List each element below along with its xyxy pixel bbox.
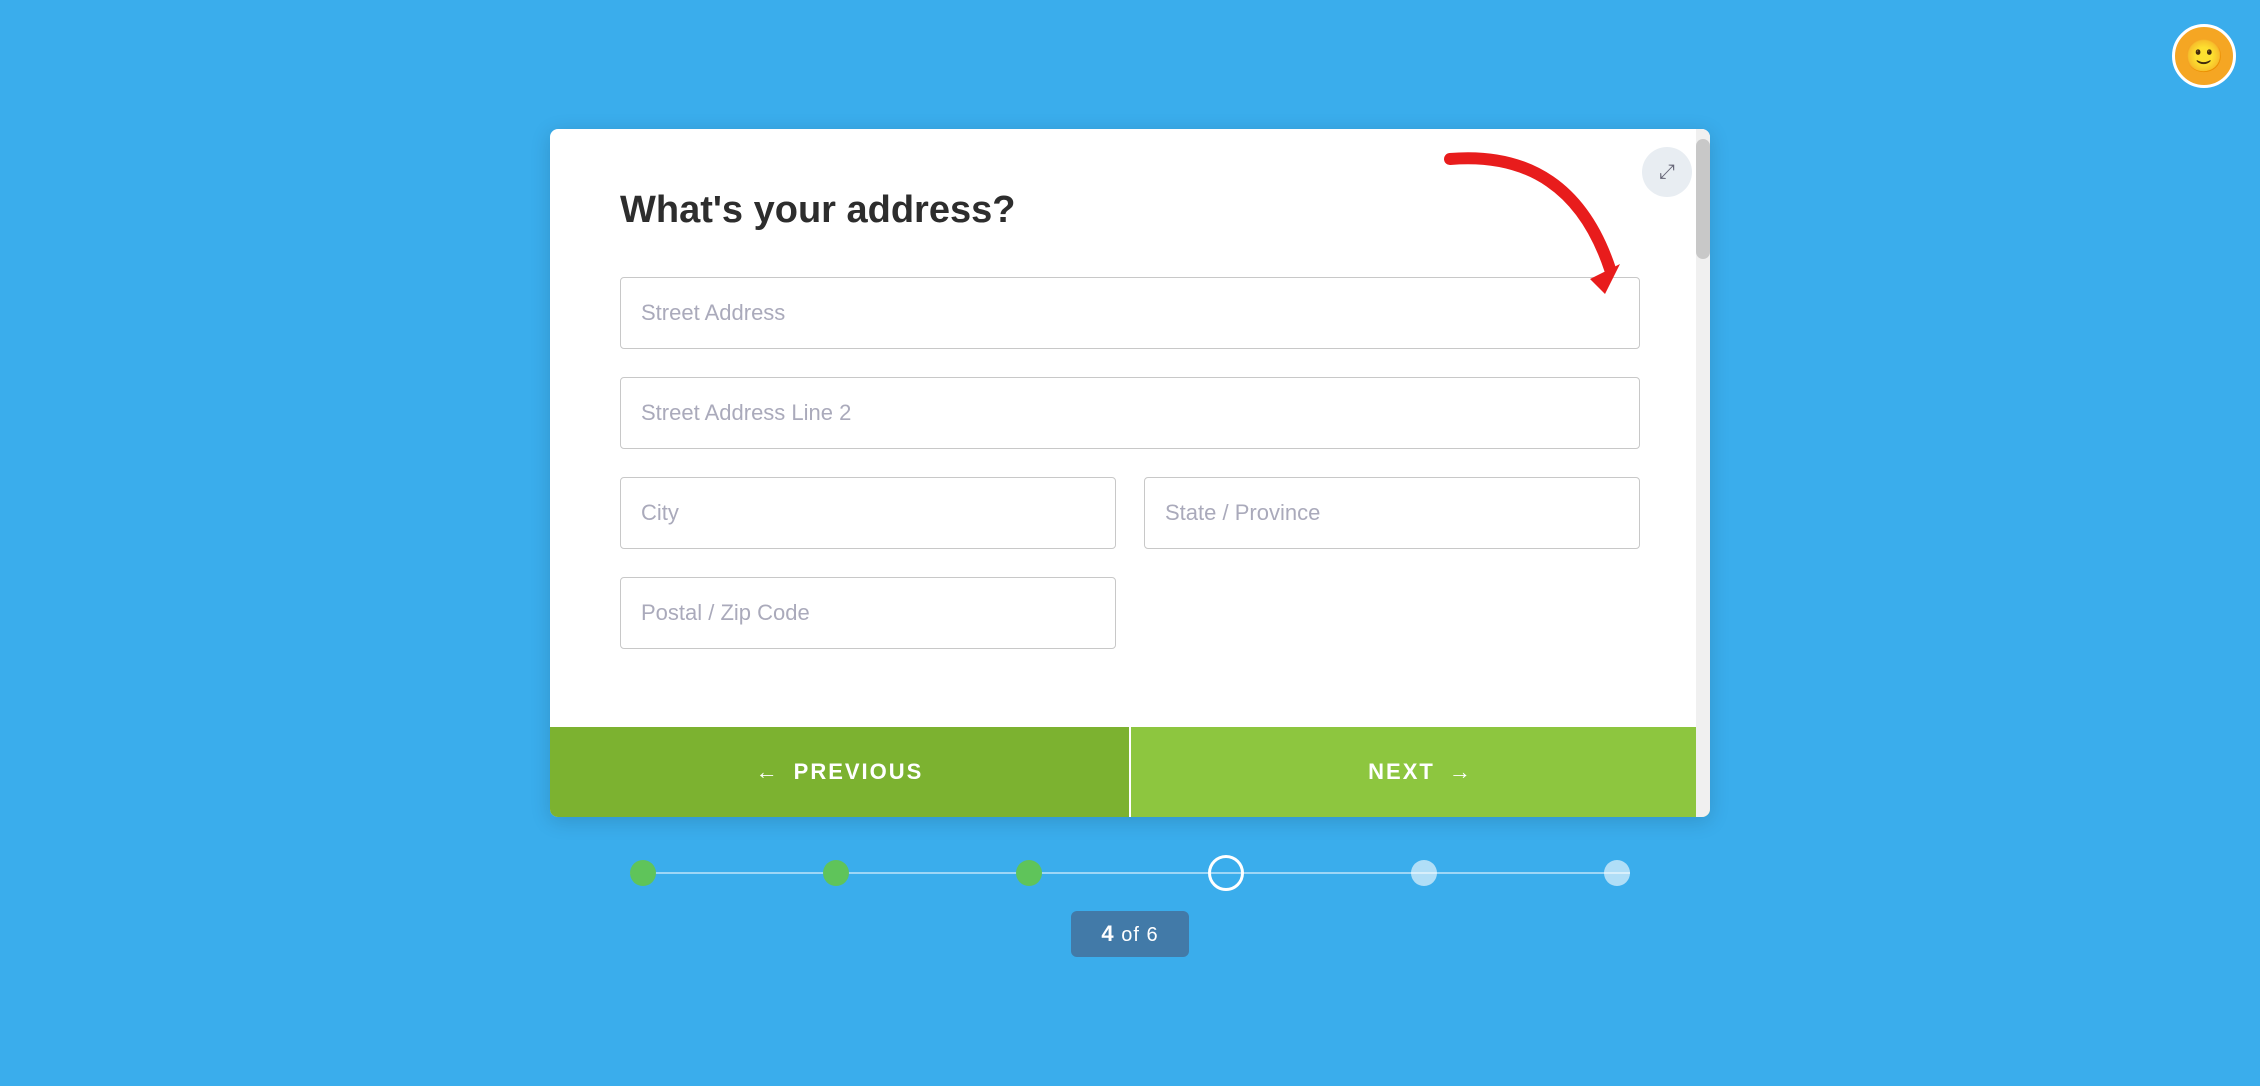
city-input[interactable] (620, 477, 1116, 549)
next-label: NEXT (1368, 759, 1435, 785)
progress-dot-6 (1604, 860, 1630, 886)
street-address-row (620, 277, 1640, 349)
card-body: What's your address? (550, 129, 1710, 727)
street-address-input[interactable] (620, 277, 1640, 349)
total-pages: 6 (1146, 924, 1158, 946)
previous-label: PREVIOUS (794, 759, 924, 785)
progress-track-wrapper (630, 853, 1630, 893)
street-address-line2-row (620, 377, 1640, 449)
page-counter-label: of (1121, 924, 1140, 946)
avatar-icon: 🙂 (2184, 37, 2224, 75)
city-field (620, 477, 1116, 549)
progress-dot-2 (823, 860, 849, 886)
city-state-row (620, 477, 1640, 549)
avatar-button[interactable]: 🙂 (2172, 24, 2236, 88)
postal-row (620, 577, 1640, 649)
progress-dot-5 (1411, 860, 1437, 886)
empty-field-placeholder (1144, 577, 1640, 649)
postal-zip-input[interactable] (620, 577, 1116, 649)
expand-icon: ⤢ (1659, 161, 1675, 184)
street-address-line2-input[interactable] (620, 377, 1640, 449)
progress-dot-1 (630, 860, 656, 886)
progress-dot-3 (1016, 860, 1042, 886)
page-wrapper: ⤢ What's your address? (530, 129, 1730, 957)
form-card: ⤢ What's your address? (550, 129, 1710, 817)
page-counter: 4 of 6 (1071, 911, 1188, 957)
progress-section: 4 of 6 (530, 853, 1730, 957)
previous-arrow-icon: ← (756, 759, 780, 785)
expand-button[interactable]: ⤢ (1642, 147, 1692, 197)
current-page-number: 4 (1101, 921, 1114, 946)
next-arrow-icon: → (1449, 759, 1473, 785)
scrollbar-track[interactable] (1696, 129, 1710, 817)
progress-dots (630, 855, 1630, 891)
state-province-input[interactable] (1144, 477, 1640, 549)
postal-field (620, 577, 1116, 649)
card-footer: ← PREVIOUS NEXT → (550, 727, 1710, 817)
previous-button[interactable]: ← PREVIOUS (550, 727, 1129, 817)
next-button[interactable]: NEXT → (1131, 727, 1710, 817)
form-title: What's your address? (620, 189, 1640, 232)
scrollbar-thumb[interactable] (1696, 139, 1710, 259)
progress-dot-4-current (1208, 855, 1244, 891)
state-province-field (1144, 477, 1640, 549)
